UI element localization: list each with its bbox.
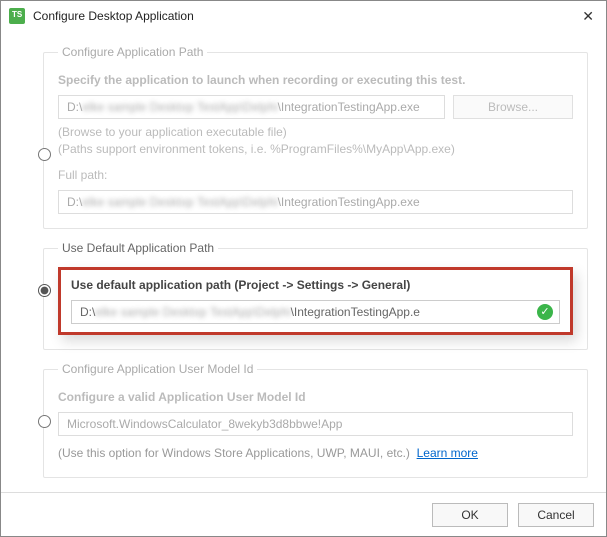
aumid-desc: Configure a valid Application User Model… — [58, 390, 573, 404]
fullpath-display: D:\elke sample Desktop TestApp\Delphi\In… — [58, 190, 573, 214]
section-default-path: Use Default Application Path Use default… — [19, 241, 588, 350]
radio-configure-path[interactable] — [38, 148, 51, 161]
radio-default-path[interactable] — [38, 284, 51, 297]
default-path-suffix: \IntegrationTestingApp.e — [291, 305, 420, 319]
section-aumid-legend: Configure Application User Model Id — [58, 362, 257, 376]
section-configure-path-legend: Configure Application Path — [58, 45, 207, 59]
configure-path-desc: Specify the application to launch when r… — [58, 73, 573, 87]
helper-browse: (Browse to your application executable f… — [58, 125, 573, 139]
browse-button[interactable]: Browse... — [453, 95, 573, 119]
app-path-suffix: \IntegrationTestingApp.exe — [278, 100, 420, 114]
learn-more-link[interactable]: Learn more — [417, 446, 478, 460]
default-path-prefix: D:\ — [80, 305, 95, 319]
app-path-input[interactable]: D:\elke sample Desktop TestApp\Delphi\In… — [58, 95, 445, 119]
valid-check-icon: ✓ — [537, 304, 553, 320]
radio-aumid[interactable] — [38, 415, 51, 428]
app-icon — [9, 8, 25, 24]
app-path-blurred: elke sample Desktop TestApp\Delphi — [82, 100, 277, 114]
cancel-button[interactable]: Cancel — [518, 503, 594, 527]
fullpath-prefix: D:\ — [67, 195, 82, 209]
dialog-title: Configure Desktop Application — [33, 9, 194, 23]
default-path-blurred: elke sample Desktop TestApp\Delphi — [95, 305, 290, 319]
aumid-help: (Use this option for Windows Store Appli… — [58, 446, 410, 460]
section-default-path-legend: Use Default Application Path — [58, 241, 218, 255]
default-path-display: D:\elke sample Desktop TestApp\Delphi\In… — [71, 300, 560, 324]
fullpath-label: Full path: — [58, 168, 573, 182]
section-configure-path: Configure Application Path Specify the a… — [19, 45, 588, 229]
titlebar: Configure Desktop Application ✕ — [1, 1, 606, 31]
aumid-input[interactable]: Microsoft.WindowsCalculator_8wekyb3d8bbw… — [58, 412, 573, 436]
ok-button[interactable]: OK — [432, 503, 508, 527]
default-path-title: Use default application path (Project ->… — [71, 278, 560, 292]
default-path-highlight: Use default application path (Project ->… — [58, 267, 573, 335]
aumid-help-row: (Use this option for Windows Store Appli… — [58, 446, 573, 460]
close-icon[interactable]: ✕ — [578, 8, 598, 25]
dialog-footer: OK Cancel — [1, 492, 606, 536]
app-path-prefix: D:\ — [67, 100, 82, 114]
section-aumid: Configure Application User Model Id Conf… — [19, 362, 588, 478]
fullpath-suffix: \IntegrationTestingApp.exe — [278, 195, 420, 209]
fullpath-blurred: elke sample Desktop TestApp\Delphi — [82, 195, 277, 209]
helper-tokens: (Paths support environment tokens, i.e. … — [58, 142, 573, 156]
